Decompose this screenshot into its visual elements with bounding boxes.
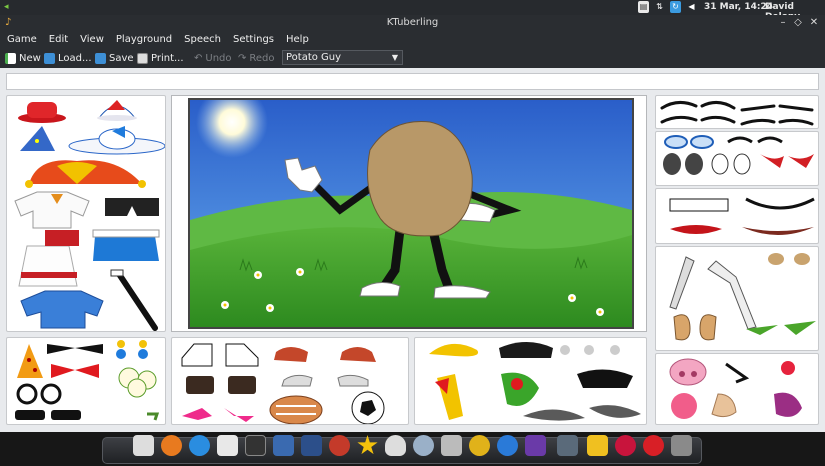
new-label: New <box>19 52 41 64</box>
menu-settings[interactable]: Settings <box>233 32 274 48</box>
cane[interactable] <box>110 269 158 331</box>
hair-palette <box>414 337 647 425</box>
undo-button[interactable]: ↶ Undo <box>194 51 232 65</box>
tux-icon[interactable] <box>385 435 406 456</box>
taskbar <box>0 432 825 466</box>
playground-select-value: Potato Guy <box>286 52 342 63</box>
menu-speech[interactable]: Speech <box>184 32 221 48</box>
shoes[interactable] <box>181 343 385 424</box>
mouths[interactable] <box>669 197 815 235</box>
playground-scene[interactable] <box>188 98 634 329</box>
jester-hat[interactable] <box>25 160 146 188</box>
settings-icon[interactable] <box>413 435 434 456</box>
menu-edit[interactable]: Edit <box>49 32 68 48</box>
firefox-icon[interactable] <box>161 435 182 456</box>
help-icon[interactable] <box>497 435 518 456</box>
printer-icon <box>137 52 148 64</box>
mouths-palette <box>655 188 819 244</box>
mascot-icon[interactable] <box>329 435 350 456</box>
photos-icon[interactable] <box>301 435 322 456</box>
chevron-down-icon: ▼ <box>391 53 398 62</box>
notes-icon[interactable] <box>587 435 608 456</box>
eyes[interactable] <box>663 135 814 175</box>
accessories[interactable] <box>15 340 160 421</box>
blue-shirt[interactable] <box>20 290 104 329</box>
menu-playground[interactable]: Playground <box>116 32 172 48</box>
redo-icon: ↷ <box>238 52 247 64</box>
ears-palette <box>655 246 819 351</box>
home-icon[interactable] <box>133 435 154 456</box>
network-icon[interactable] <box>469 435 490 456</box>
eyebrows[interactable] <box>660 101 814 126</box>
new-document-icon <box>5 52 16 64</box>
load-label: Load... <box>58 52 92 64</box>
globe-icon[interactable] <box>189 435 210 456</box>
bin-icon[interactable] <box>671 435 692 456</box>
playground-area <box>171 95 647 332</box>
undo-label: Undo <box>205 52 232 64</box>
clothes-palette <box>6 95 166 332</box>
noses-palette <box>655 353 819 425</box>
maximize-icon[interactable]: ◇ <box>792 17 804 28</box>
power-icon[interactable] <box>643 435 664 456</box>
update-icon[interactable]: ↻ <box>670 1 681 13</box>
redo-button[interactable]: ↷ Redo <box>238 51 275 65</box>
clapper-icon[interactable] <box>273 435 294 456</box>
black-shorts[interactable] <box>105 198 159 216</box>
accessories-palette <box>6 337 166 425</box>
save-icon <box>95 52 106 64</box>
striped-parasol-hat[interactable] <box>97 100 137 121</box>
menu-game[interactable]: Game <box>7 32 37 48</box>
files-icon[interactable] <box>217 435 238 456</box>
menu-view[interactable]: View <box>80 32 104 48</box>
print-button[interactable]: Print... <box>137 51 184 65</box>
title-bar: ♪ KTuberling – ◇ ✕ <box>0 15 825 32</box>
redo-label: Redo <box>249 52 275 64</box>
white-dress[interactable] <box>18 230 79 287</box>
playground-select[interactable]: Potato Guy ▼ <box>282 50 403 65</box>
blue-wizard-hat[interactable] <box>20 126 55 151</box>
save-label: Save <box>109 52 134 64</box>
blue-skirt[interactable] <box>92 229 160 261</box>
object-name-bar <box>6 73 819 90</box>
white-shirt[interactable] <box>14 191 90 229</box>
white-sun-hat[interactable] <box>68 126 165 155</box>
clipboard-icon[interactable]: ▤ <box>638 1 649 13</box>
debian-icon[interactable] <box>615 435 636 456</box>
noses[interactable] <box>669 358 802 419</box>
eyes-palette <box>655 131 819 186</box>
screen-icon[interactable] <box>557 435 578 456</box>
eyebrows-palette <box>655 95 819 129</box>
close-icon[interactable]: ✕ <box>808 17 820 28</box>
hair[interactable] <box>429 342 641 421</box>
undo-icon: ↶ <box>194 52 203 64</box>
terminal-icon[interactable] <box>245 435 266 456</box>
load-button[interactable]: Load... <box>44 51 92 65</box>
volume-icon[interactable]: ◀ <box>686 1 697 13</box>
system-tray: ▤ ⇅ ↻ ◀ <box>638 1 697 13</box>
menu-help[interactable]: Help <box>286 32 309 48</box>
trash-icon[interactable] <box>441 435 462 456</box>
window-title: KTuberling <box>386 17 439 28</box>
system-panel: ◂ ▤ ⇅ ↻ ◀ 31 Mar, 14:24 David Delony <box>0 0 825 22</box>
shoes-palette <box>171 337 409 425</box>
audio-icon[interactable] <box>525 435 546 456</box>
save-button[interactable]: Save <box>95 51 134 65</box>
clock[interactable]: 31 Mar, 14:24 <box>704 2 773 12</box>
minimize-icon[interactable]: – <box>777 17 789 28</box>
menu-bar: Game Edit View Playground Speech Setting… <box>0 32 825 48</box>
red-bowler-hat[interactable] <box>18 102 66 123</box>
ears[interactable] <box>669 253 816 341</box>
network-icon[interactable]: ⇅ <box>654 1 665 13</box>
activities-icon[interactable]: ◂ <box>4 2 9 12</box>
print-label: Print... <box>151 52 184 64</box>
folder-icon <box>44 52 55 64</box>
new-button[interactable]: New <box>5 51 41 65</box>
toolbar: New Load... Save Print... ↶ Undo ↷ Redo <box>0 48 825 68</box>
